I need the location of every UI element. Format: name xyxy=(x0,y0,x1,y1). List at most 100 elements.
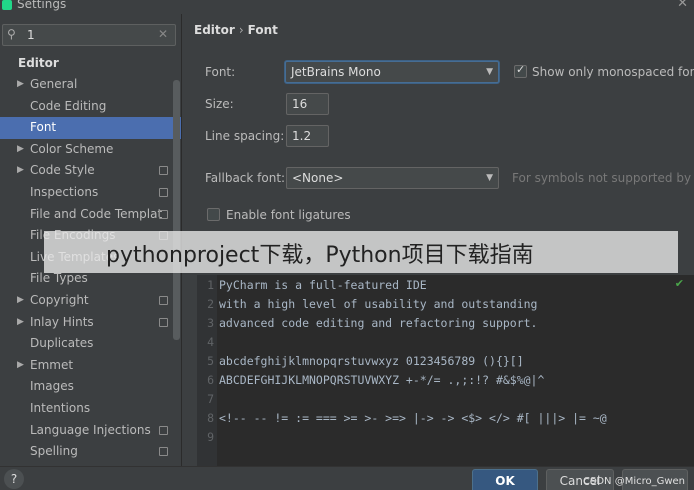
line-number: 1 xyxy=(207,278,214,292)
chevron-down-icon: ▼ xyxy=(486,67,493,77)
sidebar-item-duplicates[interactable]: Duplicates xyxy=(0,333,181,355)
monospaced-checkbox[interactable] xyxy=(514,63,527,78)
sidebar-item-inlay-hints[interactable]: ▶ Inlay Hints xyxy=(0,312,181,334)
sidebar-item-label: Spelling xyxy=(30,444,78,459)
sidebar-item-label: Copyright xyxy=(30,292,89,307)
chevron-right-icon[interactable]: ▶ xyxy=(17,290,24,312)
sidebar-item-label: Inlay Hints xyxy=(30,314,94,329)
sidebar-item-code-style[interactable]: ▶ Code Style xyxy=(0,160,181,182)
title-bar: Settings ✕ xyxy=(0,0,694,14)
sidebar-item-label: Emmet xyxy=(30,357,74,372)
watermark: CSDN @Micro_Gwen xyxy=(583,476,686,487)
sidebar-item-color-scheme[interactable]: ▶ Color Scheme xyxy=(0,139,181,161)
sidebar-item-copyright[interactable]: ▶ Copyright xyxy=(0,290,181,312)
sidebar-item-inspections[interactable]: Inspections xyxy=(0,182,181,204)
code-text: with a high level of usability and outst… xyxy=(219,297,538,311)
search-icon: ⚲ xyxy=(7,27,16,41)
chevron-down-icon: ▼ xyxy=(486,173,493,183)
line-number: 7 xyxy=(207,392,214,406)
project-scope-icon xyxy=(159,317,168,327)
window-title: Settings xyxy=(17,0,67,11)
sidebar-item-label: Code Style xyxy=(30,163,95,178)
project-scope-icon xyxy=(159,425,168,435)
breadcrumb-parent[interactable]: Editor xyxy=(194,23,235,37)
project-scope-icon xyxy=(159,166,168,176)
ligatures-checkbox[interactable] xyxy=(207,208,220,221)
code-text: advanced code editing and refactoring su… xyxy=(219,316,538,330)
code-line: 3 advanced code editing and refactoring s… xyxy=(197,316,694,335)
monospaced-label[interactable]: Show only monospaced fon xyxy=(532,65,694,79)
chevron-right-icon[interactable]: ▶ xyxy=(17,74,24,96)
breadcrumb-separator: › xyxy=(238,23,244,37)
article-title-text: pythonproject下载，Python项目下载指南 xyxy=(106,243,534,268)
sidebar-item-emmet[interactable]: ▶ Emmet xyxy=(0,355,181,377)
code-line: 5 abcdefghijklmnopqrstuvwxyz 0123456789 (… xyxy=(197,354,694,373)
code-line: 4 xyxy=(197,335,694,354)
fallback-font-value: <None> xyxy=(292,171,344,185)
sidebar-item-label: Duplicates xyxy=(30,336,94,351)
ligatures-label[interactable]: Enable font ligatures xyxy=(226,208,351,222)
sidebar-item-label: Code Editing xyxy=(30,98,107,113)
code-text: <!-- -- != := === >= >- >=> |-> -> <$> <… xyxy=(219,411,607,425)
line-number: 3 xyxy=(207,316,214,330)
sidebar-scrollbar[interactable] xyxy=(173,80,180,340)
code-line: 2 with a high level of usability and outs… xyxy=(197,297,694,316)
line-number: 4 xyxy=(207,335,214,349)
line-number: 2 xyxy=(207,297,214,311)
sidebar-item-intentions[interactable]: Intentions xyxy=(0,398,181,420)
sidebar-item-label: Font xyxy=(30,120,57,135)
close-icon[interactable]: ✕ xyxy=(677,0,688,11)
font-select-value: JetBrains Mono xyxy=(291,65,381,79)
code-line: 1 PyCharm is a full-featured IDE xyxy=(197,278,694,297)
project-scope-icon xyxy=(159,187,168,197)
code-line: 6 ABCDEFGHIJKLMNOPQRSTUVWXYZ +-*/= .,;:!?… xyxy=(197,373,694,392)
project-scope-icon xyxy=(159,209,168,219)
sidebar-item-file-and-code-templates[interactable]: File and Code Templates xyxy=(0,204,181,226)
tree-section-editor[interactable]: Editor xyxy=(18,56,59,70)
sidebar-item-language-injections[interactable]: Language Injections xyxy=(0,420,181,442)
sidebar-item-general[interactable]: ▶ General xyxy=(0,74,181,96)
size-label: Size: xyxy=(205,97,234,111)
size-field[interactable]: 16 xyxy=(286,93,329,115)
code-text: ABCDEFGHIJKLMNOPQRSTUVWXYZ +-*/= .,;:!? … xyxy=(219,373,545,387)
code-line: 9 xyxy=(197,430,694,449)
sidebar-item-label: File and Code Templates xyxy=(30,206,162,221)
breadcrumb-current: Font xyxy=(247,23,278,37)
code-text: abcdefghijklmnopqrstuvwxyz 0123456789 ()… xyxy=(219,354,524,368)
clear-search-icon[interactable]: ✕ xyxy=(158,27,168,41)
font-select[interactable]: JetBrains Mono ▼ xyxy=(285,61,499,83)
project-scope-icon xyxy=(159,447,168,457)
font-label: Font: xyxy=(205,65,236,79)
line-spacing-label: Line spacing: xyxy=(205,129,285,143)
code-line: 7 xyxy=(197,392,694,411)
help-button[interactable]: ? xyxy=(4,469,24,489)
line-number: 9 xyxy=(207,430,214,444)
line-spacing-field[interactable]: 1.2 xyxy=(286,125,329,147)
sidebar-item-font[interactable]: Font xyxy=(0,117,181,139)
sidebar-item-code-editing[interactable]: Code Editing xyxy=(0,96,181,118)
project-scope-icon xyxy=(159,295,168,305)
chevron-right-icon[interactable]: ▶ xyxy=(17,139,24,161)
sidebar-item-label: General xyxy=(30,77,78,91)
chevron-right-icon[interactable]: ▶ xyxy=(17,160,24,182)
fallback-font-label: Fallback font: xyxy=(205,171,286,185)
sidebar-item-spelling[interactable]: Spelling xyxy=(0,441,181,463)
fallback-font-select[interactable]: <None> ▼ xyxy=(286,167,499,189)
code-text: PyCharm is a full-featured IDE xyxy=(219,278,427,292)
line-number: 6 xyxy=(207,373,214,387)
line-number: 8 xyxy=(207,411,214,425)
sidebar-item-label: Color Scheme xyxy=(30,141,114,156)
breadcrumb: Editor › Font xyxy=(194,23,278,37)
sidebar-item-label: Inspections xyxy=(30,184,99,199)
ok-button[interactable]: OK xyxy=(472,469,538,490)
chevron-right-icon[interactable]: ▶ xyxy=(17,312,24,334)
sidebar-item-label: Images xyxy=(30,379,74,394)
chevron-right-icon[interactable]: ▶ xyxy=(17,355,24,377)
font-preview-editor[interactable]: ✔ 1 PyCharm is a full-featured IDE 2 with a… xyxy=(197,275,694,466)
code-line: 8 <!-- -- != := === >= >- >=> |-> -> <$> … xyxy=(197,411,694,430)
fallback-font-hint: For symbols not supported by t xyxy=(512,171,694,185)
line-number: 5 xyxy=(207,354,214,368)
sidebar-item-images[interactable]: Images xyxy=(0,376,181,398)
search-input[interactable]: ⚲ 1 ✕ xyxy=(2,24,176,46)
search-value[interactable]: 1 xyxy=(27,28,35,42)
